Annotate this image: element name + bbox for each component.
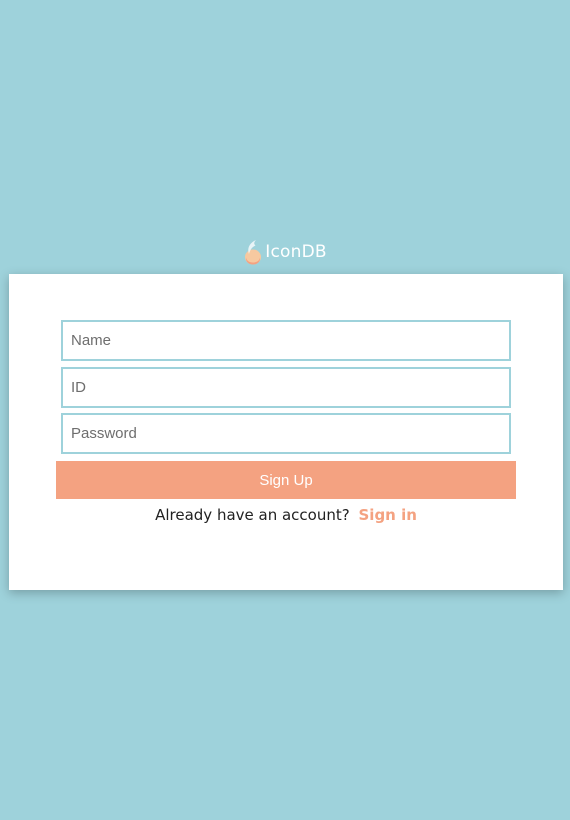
name-field[interactable]: [61, 320, 511, 361]
droplet-logo-icon: [245, 240, 262, 265]
sign-in-link[interactable]: Sign in: [359, 506, 417, 524]
signup-card: Sign Up Already have an account? Sign in: [9, 274, 563, 590]
signin-prompt-text: Already have an account?: [155, 506, 350, 524]
brand-header: IconDB: [0, 236, 570, 268]
id-field[interactable]: [61, 367, 511, 408]
signin-prompt: Already have an account? Sign in: [9, 506, 563, 524]
sign-up-button[interactable]: Sign Up: [56, 461, 516, 499]
password-field[interactable]: [61, 413, 511, 454]
brand-name: IconDB: [265, 241, 327, 262]
